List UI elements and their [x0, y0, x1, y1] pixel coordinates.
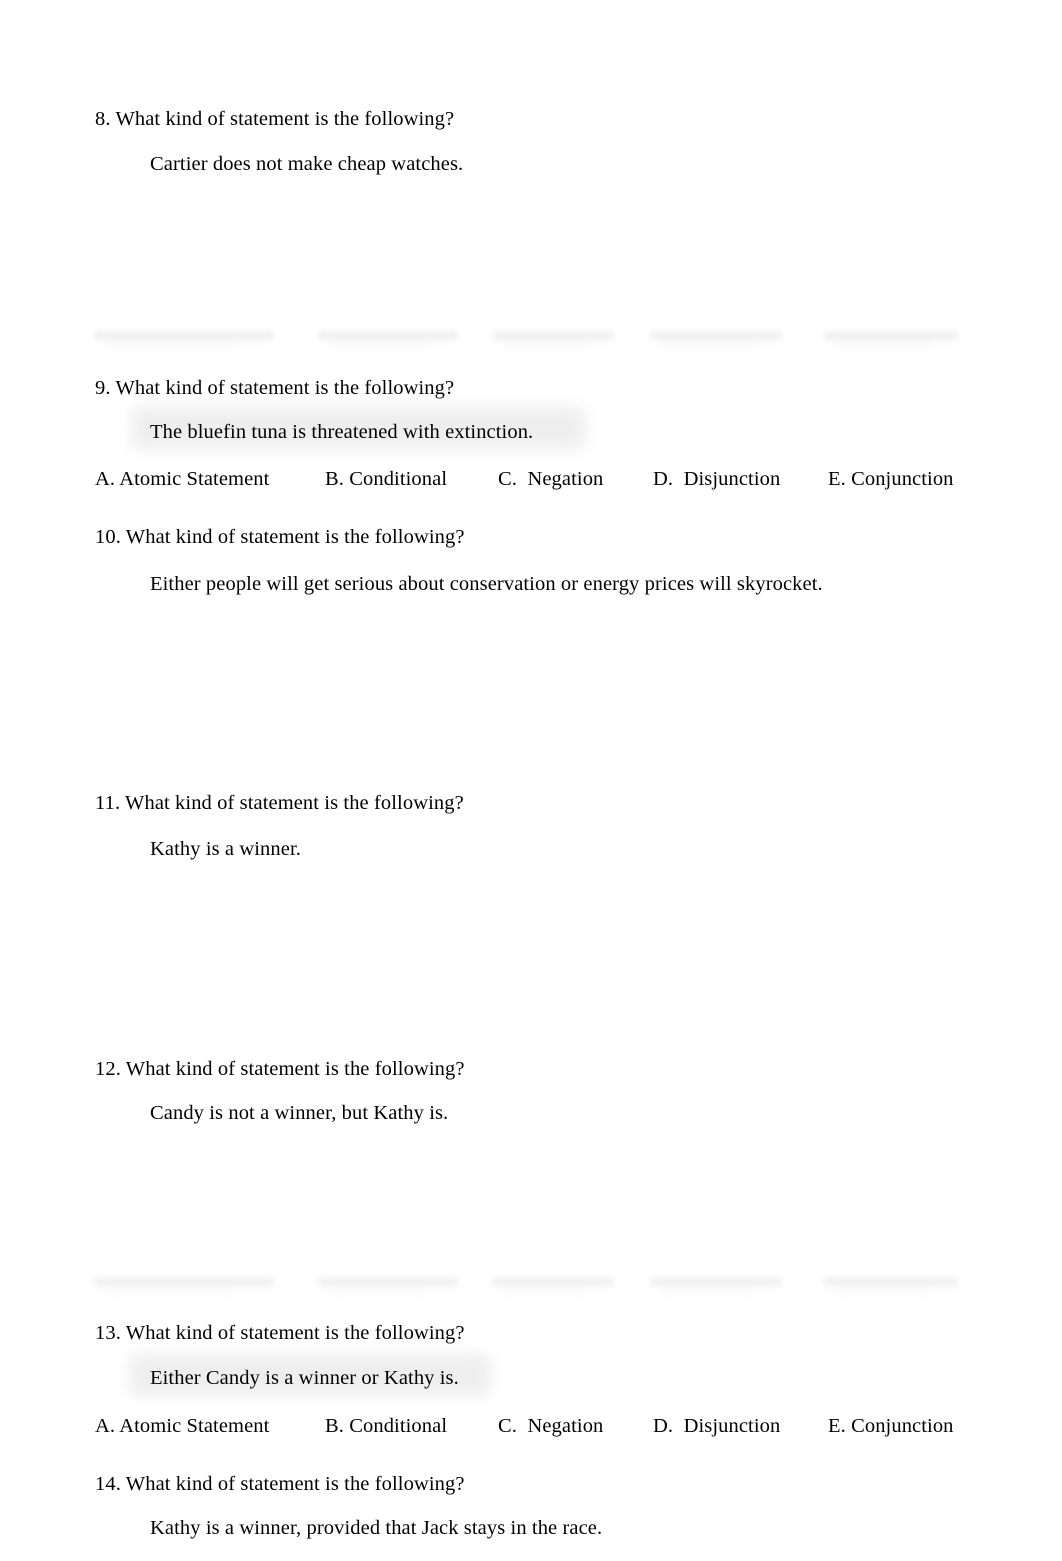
option-d[interactable]: D. Disjunction [653, 464, 780, 494]
question-11-statement: Kathy is a winner. [150, 838, 301, 860]
question-9-prompt: 9. What kind of statement is the followi… [95, 376, 454, 400]
question-10-prompt-text: What kind of statement is the following? [125, 526, 465, 548]
faded-option-e-tail [834, 343, 932, 350]
faded-option-b-2 [318, 1276, 458, 1289]
option-d-2[interactable]: D. Disjunction [653, 1411, 780, 1441]
question-9-options: A. Atomic Statement B. Conditional C. Ne… [0, 464, 1062, 494]
question-9-statement: The bluefin tuna is threatened with exti… [150, 421, 534, 443]
question-12-prompt-text: What kind of statement is the following? [125, 1058, 465, 1080]
question-13-prompt: 13. What kind of statement is the follow… [95, 1321, 465, 1345]
faded-option-b [318, 330, 458, 343]
question-8-statement: Cartier does not make cheap watches. [150, 153, 464, 175]
question-14-prompt: 14. What kind of statement is the follow… [95, 1472, 465, 1496]
faded-option-a-tail [106, 343, 234, 350]
question-14-statement: Kathy is a winner, provided that Jack st… [150, 1517, 603, 1539]
question-10-number: 10. [95, 526, 126, 548]
question-12-prompt: 12. What kind of statement is the follow… [95, 1057, 465, 1081]
faded-option-e-2-tail [834, 1289, 932, 1296]
option-b[interactable]: B. Conditional [325, 464, 447, 494]
option-c[interactable]: C. Negation [498, 464, 603, 494]
faded-option-d-tail [660, 343, 754, 350]
faded-option-e [824, 330, 958, 343]
question-11-number: 11. [95, 792, 126, 814]
question-13-prompt-text: What kind of statement is the following? [125, 1322, 465, 1344]
question-9-prompt-text: What kind of statement is the following? [115, 377, 455, 399]
question-13-options: A. Atomic Statement B. Conditional C. Ne… [0, 1411, 1062, 1441]
question-11-prompt: 11. What kind of statement is the follow… [95, 791, 464, 815]
question-13-statement: Either Candy is a winner or Kathy is. [150, 1367, 459, 1389]
question-14-number: 14. [95, 1473, 126, 1495]
option-a-2[interactable]: A. Atomic Statement [95, 1411, 269, 1441]
faded-option-c-2 [492, 1276, 614, 1289]
question-10-statement: Either people will get serious about con… [150, 573, 823, 595]
faded-option-d-2-tail [660, 1289, 754, 1296]
faded-option-a-2 [94, 1276, 274, 1289]
faded-option-a-2-tail [106, 1289, 234, 1296]
option-c-2[interactable]: C. Negation [498, 1411, 603, 1441]
faded-option-b-2-tail [330, 1289, 426, 1296]
faded-option-a [94, 330, 274, 343]
faded-option-d-2 [650, 1276, 782, 1289]
option-a[interactable]: A. Atomic Statement [95, 464, 269, 494]
faded-answer-row-8 [0, 324, 1062, 358]
option-b-2[interactable]: B. Conditional [325, 1411, 447, 1441]
document-page: 8. What kind of statement is the followi… [0, 0, 1062, 1561]
question-8-prompt: 8. What kind of statement is the followi… [95, 107, 454, 131]
question-12-number: 12. [95, 1058, 126, 1080]
question-14-prompt-text: What kind of statement is the following? [125, 1473, 465, 1495]
question-13-number: 13. [95, 1322, 126, 1344]
question-8-number: 8. [95, 108, 116, 130]
faded-option-d [650, 330, 782, 343]
question-11-prompt-text: What kind of statement is the following? [125, 792, 464, 814]
faded-option-c-tail [502, 343, 586, 350]
question-10-prompt: 10. What kind of statement is the follow… [95, 525, 465, 549]
faded-option-b-tail [330, 343, 426, 350]
question-12-statement: Candy is not a winner, but Kathy is. [150, 1102, 449, 1124]
option-e[interactable]: E. Conjunction [828, 464, 954, 494]
faded-option-e-2 [824, 1276, 958, 1289]
question-8-prompt-text: What kind of statement is the following? [115, 108, 455, 130]
faded-option-c [492, 330, 614, 343]
option-e-2[interactable]: E. Conjunction [828, 1411, 954, 1441]
faded-option-c-2-tail [502, 1289, 586, 1296]
faded-answer-row-12 [0, 1270, 1062, 1304]
question-9-number: 9. [95, 377, 116, 399]
